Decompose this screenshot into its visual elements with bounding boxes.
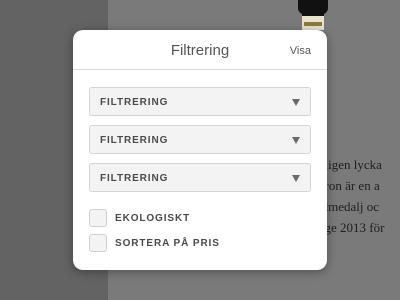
sort-by-price-checkbox-label: SORTERA PÅ PRIS <box>115 238 220 249</box>
dropdown-arrow-icon <box>292 175 300 182</box>
background-article-text: kligen lycka yron är en a ldmedalj oc ng… <box>318 154 400 238</box>
dropdown-arrow-icon <box>292 137 300 144</box>
select-label: FILTRERING <box>100 173 169 184</box>
modal-header: Filtrering Visa <box>73 30 327 70</box>
filter-modal: Filtrering Visa FILTRERING FILTRERING FI… <box>73 30 327 270</box>
select-label: FILTRERING <box>100 97 169 108</box>
organic-checkbox-label: EKOLOGISKT <box>115 213 191 224</box>
sort-by-price-checkbox[interactable] <box>89 234 107 252</box>
filter-select-2[interactable]: FILTRERING <box>89 125 311 154</box>
select-label: FILTRERING <box>100 135 169 146</box>
wine-bottle-image <box>298 0 328 30</box>
background-text-line: yron är en a <box>318 178 380 193</box>
background-text-line: nge 2013 för <box>318 220 385 235</box>
background-text-line: ldmedalj oc <box>318 199 380 214</box>
show-button[interactable]: Visa <box>290 45 311 57</box>
filter-select-1[interactable]: FILTRERING <box>89 87 311 116</box>
dropdown-arrow-icon <box>292 99 300 106</box>
organic-checkbox[interactable] <box>89 209 107 227</box>
background-text-line: kligen lycka <box>318 157 382 172</box>
filter-select-3[interactable]: FILTRERING <box>89 163 311 192</box>
